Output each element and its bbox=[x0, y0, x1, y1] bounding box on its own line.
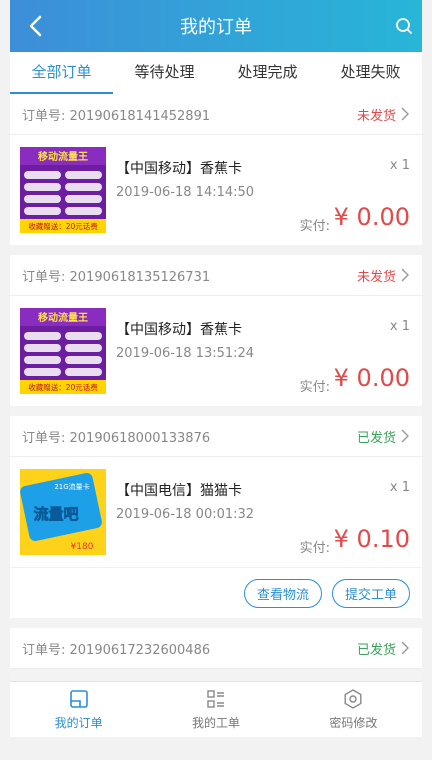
product-thumbnail: 移动流量王 收藏赠送：20元话费 bbox=[20, 308, 106, 394]
quantity: x 1 bbox=[389, 319, 410, 334]
order-header: 订单号: 20190618135126731 未发货 bbox=[10, 255, 422, 296]
tabbar-change-password[interactable]: 密码修改 bbox=[285, 682, 422, 737]
product-name: 【中国电信】猫猫卡 bbox=[116, 483, 242, 499]
chevron-right-icon bbox=[401, 268, 409, 282]
thumb-caption: 收藏赠送：20元话费 bbox=[28, 382, 98, 392]
order-item[interactable]: 移动流量王 收藏赠送：20元话费 【中国移动】香蕉卡 2019-06-18 14… bbox=[10, 135, 422, 245]
search-icon[interactable] bbox=[394, 16, 414, 36]
quantity: x 1 bbox=[389, 480, 410, 495]
product-thumbnail: 21G流量卡 流量吧 ¥180 bbox=[20, 469, 106, 555]
order-card[interactable]: 订单号: 20190618000133876 已发货 21G流量卡 流量吧 ¥1… bbox=[10, 416, 422, 618]
paid-amount: ¥ 0.00 bbox=[333, 203, 410, 231]
thumb-title: 移动流量王 bbox=[38, 311, 88, 324]
order-status: 未发货 bbox=[357, 105, 410, 124]
tab-all-orders[interactable]: 全部订单 bbox=[10, 52, 113, 94]
order-date: 2019-06-18 14:14:50 bbox=[116, 185, 255, 200]
status-label: 已发货 bbox=[356, 642, 396, 658]
tab-completed[interactable]: 处理完成 bbox=[216, 52, 319, 94]
page-title: 我的订单 bbox=[180, 17, 252, 38]
chevron-right-icon bbox=[401, 429, 409, 443]
order-number: 订单号: 20190617232600486 bbox=[22, 642, 211, 658]
order-card[interactable]: 订单号: 20190617232600486 已发货 bbox=[10, 628, 422, 669]
order-header: 订单号: 20190618000133876 已发货 bbox=[10, 416, 422, 457]
tab-failed[interactable]: 处理失败 bbox=[319, 52, 422, 94]
paid-label: 实付: bbox=[299, 380, 330, 395]
tabbar-label: 我的工单 bbox=[191, 716, 240, 730]
thumb-caption: 收藏赠送：20元话费 bbox=[28, 221, 98, 231]
thumb-top-text: 21G流量卡 bbox=[54, 482, 89, 491]
back-arrow-icon[interactable] bbox=[22, 12, 50, 40]
tabbar-label: 密码修改 bbox=[329, 716, 378, 730]
order-header: 订单号: 20190618141452891 未发货 bbox=[10, 94, 422, 135]
order-date: 2019-06-18 13:51:24 bbox=[116, 346, 255, 361]
thumb-price: ¥180 bbox=[71, 542, 94, 552]
order-actions: 查看物流 提交工单 bbox=[10, 567, 422, 618]
order-status: 已发货 bbox=[357, 427, 410, 446]
tab-pending[interactable]: 等待处理 bbox=[113, 52, 216, 94]
order-status: 未发货 bbox=[357, 266, 410, 285]
thumb-title: 移动流量王 bbox=[38, 150, 88, 163]
product-name: 【中国移动】香蕉卡 bbox=[116, 161, 242, 177]
settings-icon bbox=[344, 689, 362, 709]
order-header: 订单号: 20190617232600486 已发货 bbox=[10, 628, 422, 669]
tabbar-my-tickets[interactable]: 我的工单 bbox=[147, 682, 284, 737]
view-logistics-button[interactable]: 查看物流 bbox=[243, 578, 322, 608]
paid-label: 实付: bbox=[299, 541, 330, 556]
product-name: 【中国移动】香蕉卡 bbox=[116, 322, 242, 338]
thumb-big-text: 流量吧 bbox=[33, 505, 78, 523]
order-number: 订单号: 20190618000133876 bbox=[22, 430, 211, 446]
ticket-list-icon bbox=[207, 690, 224, 708]
paid-amount: ¥ 0.10 bbox=[333, 525, 410, 553]
product-thumbnail: 移动流量王 收藏赠送：20元话费 bbox=[20, 147, 106, 233]
status-label: 已发货 bbox=[356, 430, 396, 446]
order-date: 2019-06-18 00:01:32 bbox=[116, 507, 255, 522]
top-nav-bar: 我的订单 bbox=[10, 0, 422, 52]
order-card[interactable]: 订单号: 20190618141452891 未发货 移动流量王 收藏赠送：20… bbox=[10, 94, 422, 245]
paid-label: 实付: bbox=[299, 219, 330, 234]
chevron-right-icon bbox=[401, 107, 409, 121]
quantity: x 1 bbox=[389, 158, 410, 173]
order-list: 订单号: 20190618141452891 未发货 移动流量王 收藏赠送：20… bbox=[10, 94, 422, 679]
order-status-tabs: 全部订单 等待处理 处理完成 处理失败 bbox=[10, 52, 422, 95]
order-card[interactable]: 订单号: 20190618135126731 未发货 移动流量王 收藏赠送：20… bbox=[10, 255, 422, 406]
status-label: 未发货 bbox=[356, 269, 396, 285]
tabbar-my-orders[interactable]: 我的订单 bbox=[10, 682, 147, 737]
tabbar-label: 我的订单 bbox=[54, 716, 103, 730]
order-item[interactable]: 移动流量王 收藏赠送：20元话费 【中国移动】香蕉卡 2019-06-18 13… bbox=[10, 296, 422, 406]
submit-ticket-button[interactable]: 提交工单 bbox=[331, 578, 410, 608]
order-status: 已发货 bbox=[357, 639, 410, 658]
chevron-right-icon bbox=[401, 641, 409, 655]
order-icon bbox=[69, 690, 88, 708]
order-item[interactable]: 21G流量卡 流量吧 ¥180 【中国电信】猫猫卡 2019-06-18 00:… bbox=[10, 457, 422, 567]
app-frame: 我的订单 全部订单 等待处理 处理完成 处理失败 订单号: 2019061814… bbox=[10, 0, 422, 737]
paid-amount: ¥ 0.00 bbox=[333, 364, 410, 392]
order-number: 订单号: 20190618141452891 bbox=[22, 108, 211, 124]
order-number: 订单号: 20190618135126731 bbox=[22, 269, 211, 285]
status-label: 未发货 bbox=[356, 108, 396, 124]
bottom-tab-bar: 我的订单 我的工单 密码修改 bbox=[10, 681, 422, 737]
